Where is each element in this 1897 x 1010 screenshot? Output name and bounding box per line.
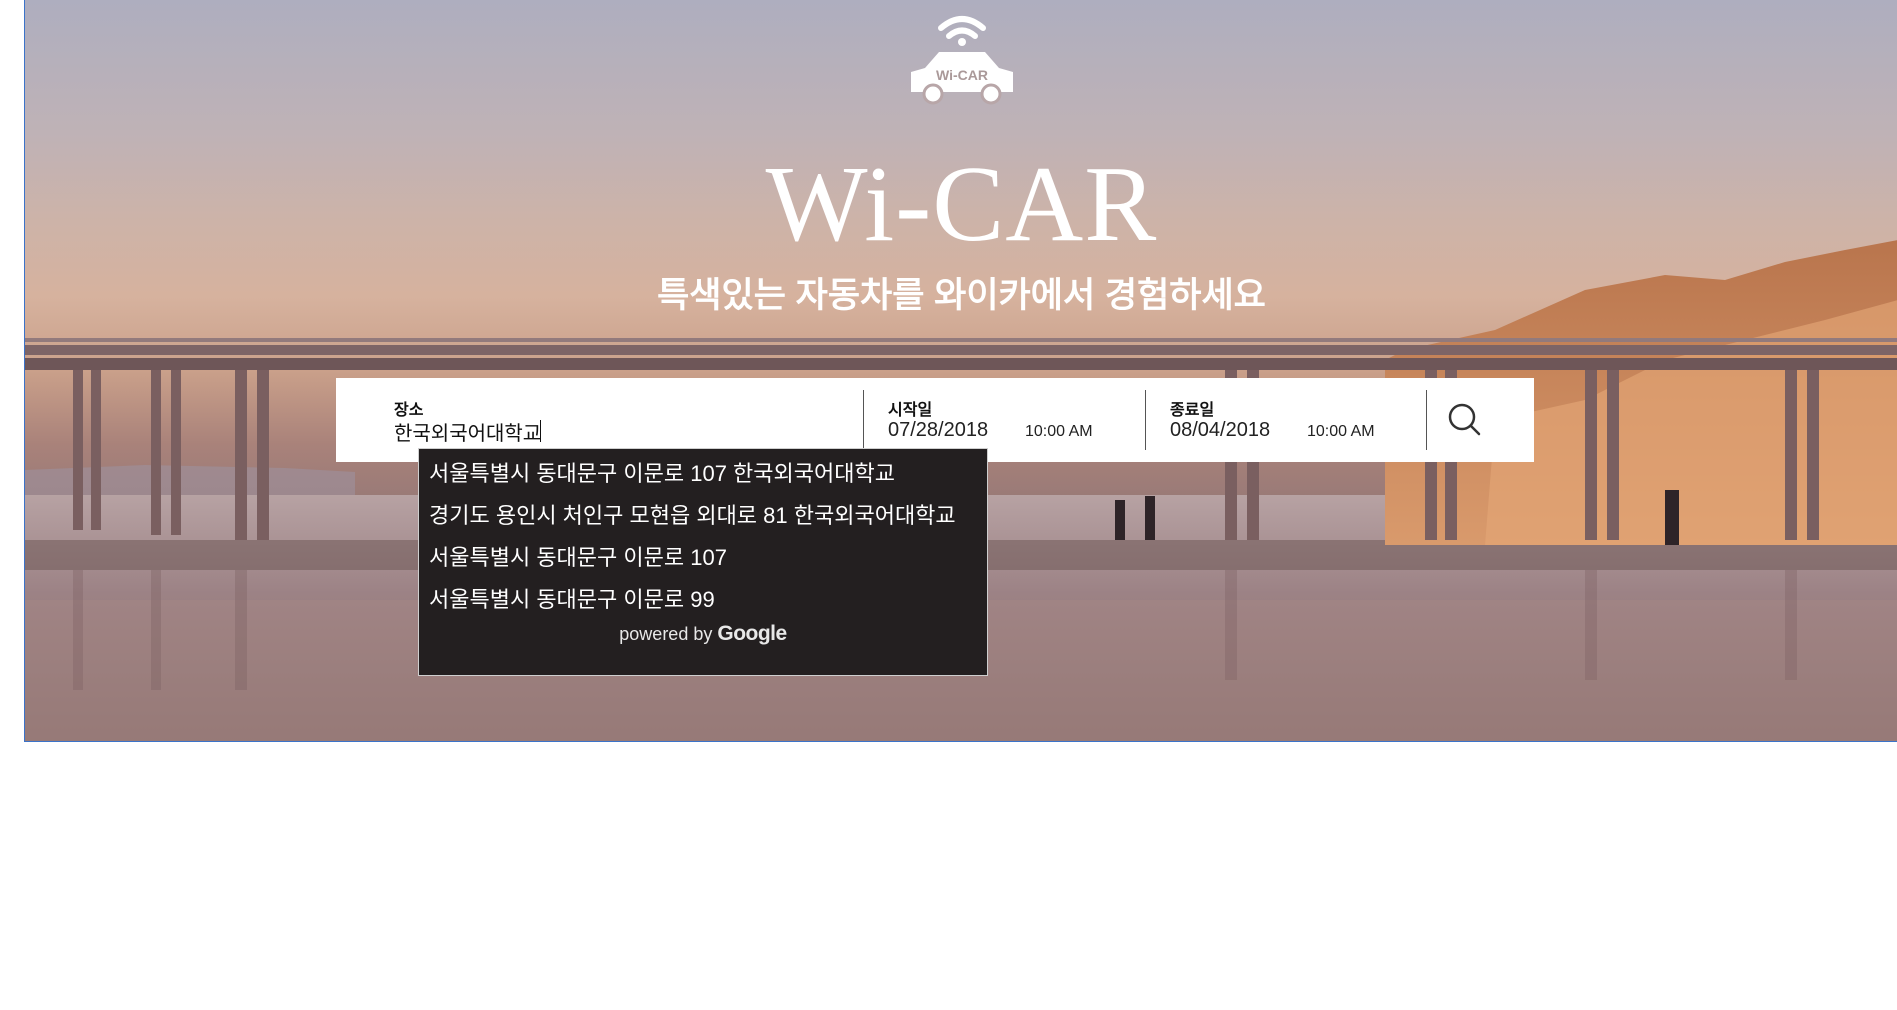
- suggestion-item[interactable]: 서울특별시 동대문구 이문로 107: [429, 540, 727, 572]
- end-date-value[interactable]: 08/04/2018: [1170, 419, 1270, 442]
- text-caret: [540, 420, 541, 442]
- autocomplete-dropdown: 서울특별시 동대문구 이문로 107 한국외국어대학교 경기도 용인시 처인구 …: [418, 448, 988, 676]
- site-subtitle: 특색있는 자동차를 와이카에서 경험하세요: [657, 276, 1266, 315]
- end-date-label: 종료일: [1170, 402, 1215, 419]
- suggestion-item[interactable]: 서울특별시 동대문구 이문로 107 한국외국어대학교: [429, 456, 895, 488]
- google-brand: Google: [717, 622, 787, 645]
- location-input[interactable]: [394, 418, 794, 444]
- start-date-label: 시작일: [888, 402, 933, 419]
- car-wifi-logo-icon: Wi-CAR: [911, 16, 1013, 105]
- site-title: Wi-CAR: [765, 145, 1158, 264]
- search-button[interactable]: [1437, 392, 1493, 448]
- powered-prefix: powered by: [619, 624, 713, 644]
- suggestion-item[interactable]: 서울특별시 동대문구 이문로 99: [429, 582, 715, 614]
- divider: [1145, 390, 1146, 450]
- divider: [1426, 390, 1427, 450]
- logo-text: Wi-CAR: [936, 67, 988, 83]
- start-time-value[interactable]: 10:00 AM: [1025, 423, 1093, 441]
- end-date-field[interactable]: 종료일 08/04/2018 10:00 AM: [1170, 378, 1430, 462]
- end-time-value[interactable]: 10:00 AM: [1307, 423, 1375, 441]
- suggestion-item[interactable]: 경기도 용인시 처인구 모현읍 외대로 81 한국외국어대학교: [429, 498, 956, 530]
- start-date-value[interactable]: 07/28/2018: [888, 419, 988, 442]
- location-label: 장소: [394, 402, 424, 419]
- divider: [863, 390, 864, 450]
- search-icon: [1448, 403, 1481, 436]
- powered-by-google: powered by Google: [419, 622, 987, 646]
